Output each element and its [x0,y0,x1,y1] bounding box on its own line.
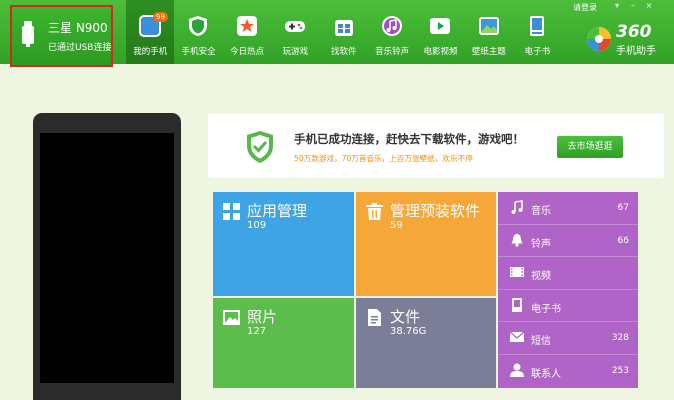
media-label: 联系人 [531,369,561,380]
nav-label: 我的手机 [133,47,168,57]
media-count: 67 [617,203,629,213]
tile-apps[interactable]: 应用管理 109 [213,192,354,296]
device-card[interactable]: 三星 N900 已通过USB连接 [10,5,113,67]
phone-screen [40,133,174,383]
tile-count: 59 [390,220,403,231]
photo-icon [223,310,240,325]
envelope-icon [510,331,524,343]
media-count: 66 [617,235,629,246]
main-nav: 99 我的手机 手机安全 今日热点 玩游戏 找软件 音乐铃声 电影视频 壁纸主题… [126,0,562,64]
tile-photos[interactable]: 照片 127 [213,298,354,388]
close-icon[interactable]: × [644,2,654,10]
video-play-icon [430,18,451,34]
media-label: 铃声 [531,238,551,250]
bell-icon [511,233,523,247]
nav-label: 今日热点 [229,47,264,57]
app-logo: 360 手机助手 [584,22,674,58]
tile-count: 38.76G [390,326,427,337]
media-count: 328 [611,333,629,344]
nav-label: 音乐铃声 [375,47,410,57]
update-badge: 99 [153,12,168,22]
nav-ebook[interactable]: 电子书 [513,0,561,64]
tile-name: 照片 [247,308,278,326]
wallpaper-icon [478,17,499,35]
media-label: 短信 [531,336,551,348]
media-row-ebook[interactable]: 电子书 [498,290,638,323]
media-label: 视频 [531,271,551,283]
tile-files[interactable]: 文件 38.76G [356,298,496,388]
music-note-icon [381,16,402,36]
book-icon [512,297,522,312]
store-bag-icon [334,20,353,36]
menu-icon[interactable]: ▾ [612,2,622,10]
top-header: 三星 N900 已通过USB连接 99 我的手机 手机安全 今日热点 玩游戏 找… [0,0,674,67]
usb-icon [22,21,34,47]
app-grid-icon [223,203,240,220]
nav-label: 玩游戏 [282,47,309,57]
tile-preinstalled[interactable]: 管理预装软件 59 [356,192,496,296]
media-count: 253 [611,366,629,376]
media-row-ringtone[interactable]: 铃声 66 [498,225,638,258]
tile-count: 109 [247,220,267,231]
trash-icon [366,203,383,220]
star-news-icon [236,16,257,36]
check-shield-icon [247,131,273,163]
tile-name: 管理预装软件 [390,202,481,220]
device-name: 三星 N900 [48,21,108,35]
nav-security[interactable]: 手机安全 [174,0,222,64]
nav-label: 找软件 [331,47,357,57]
nav-label: 壁纸主题 [471,47,506,57]
nav-label: 电子书 [524,47,551,57]
gamepad-icon [285,21,306,32]
media-row-video[interactable]: 视频 [498,257,638,290]
media-row-music[interactable]: 音乐 67 [498,192,638,225]
media-row-contacts[interactable]: 联系人 253 [498,355,638,388]
nav-label: 手机安全 [181,47,216,57]
nav-games[interactable]: 玩游戏 [271,0,319,64]
nav-music[interactable]: 音乐铃声 [368,0,416,64]
file-icon [368,309,381,326]
person-icon [510,363,524,377]
nav-software[interactable]: 找软件 [320,0,368,64]
banner-subtitle: 50万款游戏，70万首音乐，上百万张壁纸，欢乐不停 [294,154,473,163]
login-link[interactable]: 请登录 [573,2,597,13]
nav-label: 电影视频 [423,47,458,57]
tile-count: 127 [247,326,267,337]
film-icon [510,267,524,278]
tile-name: 文件 [390,308,421,326]
nav-hot[interactable]: 今日热点 [223,0,271,64]
tile-name: 应用管理 [247,202,308,220]
window-controls: ▾ – × [612,2,654,10]
banner-title: 手机已成功连接，赶快去下载软件，游戏吧！ [294,132,524,146]
book-icon [530,16,545,36]
logo-subtitle: 手机助手 [616,46,656,57]
go-market-button[interactable]: 去市场逛逛 [557,136,623,158]
nav-video[interactable]: 电影视频 [416,0,464,64]
nav-wallpaper[interactable]: 壁纸主题 [465,0,513,64]
media-panel: 音乐 67 铃声 66 视频 电子书 短信 328 联系人 253 [498,192,638,388]
nav-my-phone[interactable]: 99 我的手机 [126,0,175,64]
minimize-icon[interactable]: – [628,2,638,10]
logo-ball-icon [587,27,611,51]
media-label: 电子书 [531,303,561,315]
media-row-sms[interactable]: 短信 328 [498,322,638,355]
device-status: 已通过USB连接 [48,43,112,53]
media-label: 音乐 [531,206,551,217]
shield-icon [189,16,208,36]
logo-number: 360 [616,22,652,42]
music-note-icon [511,200,523,214]
